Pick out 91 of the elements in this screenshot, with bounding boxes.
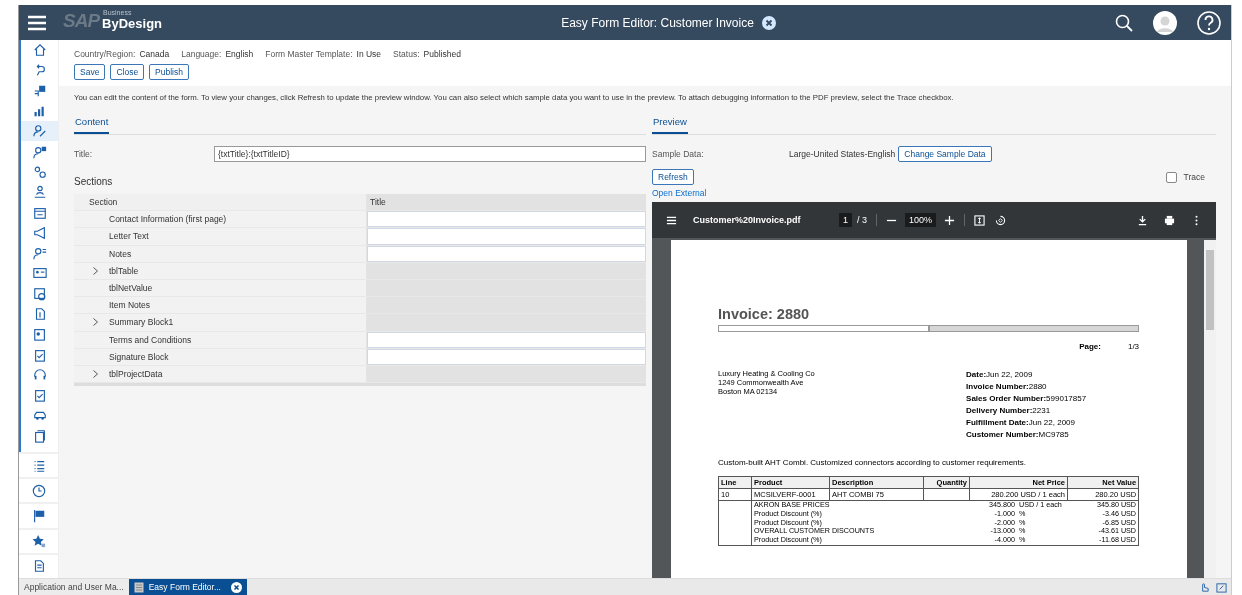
- field-label: Language:: [181, 49, 222, 59]
- sample-data-label: Sample Data:: [652, 148, 705, 159]
- megaphone-icon[interactable]: [32, 225, 47, 240]
- column-header: Section: [89, 196, 119, 210]
- close-icon[interactable]: [231, 581, 242, 593]
- window-icon[interactable]: [1216, 581, 1227, 593]
- star-icon[interactable]: [31, 534, 46, 549]
- title-cell[interactable]: [366, 228, 646, 245]
- table-row[interactable]: Item Notes: [74, 297, 646, 315]
- headset-icon[interactable]: [32, 367, 47, 382]
- item-note: Custom-built AHT Combi. Customized connectors according to customer requirements.: [718, 458, 1027, 467]
- clock-icon[interactable]: [31, 483, 46, 498]
- flag-icon[interactable]: [31, 509, 46, 523]
- invoice-detail: Sales Order Number:599017857: [966, 393, 1088, 405]
- invoice-detail: Customer Number:MC9785: [966, 429, 1070, 441]
- avatar-icon[interactable]: [1153, 10, 1177, 35]
- field-value: Published: [423, 49, 461, 59]
- chevron-right-icon[interactable]: [92, 369, 99, 378]
- clipboard-check-icon[interactable]: [32, 388, 47, 403]
- person-list-icon[interactable]: [32, 246, 47, 261]
- section-name: tblTable: [109, 265, 139, 276]
- page-label: Page:: [1079, 342, 1101, 351]
- scrollbar[interactable]: [1204, 240, 1216, 578]
- section-name: Letter Text: [109, 231, 149, 242]
- fit-page-icon[interactable]: [974, 214, 986, 226]
- field-value: Canada: [139, 49, 170, 59]
- menu-icon[interactable]: [666, 214, 677, 226]
- clipboard-check-icon[interactable]: [32, 347, 47, 362]
- table-row[interactable]: Summary Block1: [74, 314, 646, 332]
- page-count: / 3: [857, 215, 868, 225]
- invoice-detail: Fulfillment Date:Jun 22, 2009: [966, 417, 1076, 429]
- section-name: Notes: [109, 248, 132, 259]
- id-card-icon[interactable]: [32, 266, 47, 281]
- title-cell[interactable]: [366, 211, 646, 228]
- table-row[interactable]: Contact Information (first page): [74, 211, 646, 229]
- column-header: Title: [366, 194, 646, 211]
- invoice-detail: Delivery Number:2231: [966, 405, 1052, 417]
- file-name: Customer%20Invoice.pdf: [693, 215, 802, 225]
- change-sample-button[interactable]: Change Sample Data: [898, 145, 992, 162]
- title-label: Title:: [74, 148, 94, 159]
- action-button[interactable]: Publish: [149, 64, 189, 80]
- preview-tab[interactable]: Preview: [652, 114, 688, 134]
- download-icon[interactable]: [1137, 214, 1148, 226]
- trace-checkbox[interactable]: [1165, 171, 1177, 183]
- field-label: Country/Region:: [74, 49, 136, 59]
- product-name: ByDesign: [102, 15, 163, 31]
- sections-heading: Sections: [74, 176, 114, 187]
- home-icon[interactable]: [32, 43, 47, 58]
- title-field[interactable]: {txtTitle}:{txtTitleID}: [214, 145, 646, 162]
- sample-data-value: Large-United States-English: [789, 148, 896, 159]
- section-name: Terms and Conditions: [109, 334, 192, 345]
- print-icon[interactable]: [1164, 214, 1175, 226]
- field-label: Form Master Template:: [265, 49, 353, 59]
- chevron-right-icon[interactable]: [92, 266, 99, 275]
- page-field[interactable]: 1: [839, 213, 852, 227]
- open-external-link[interactable]: Open External: [652, 188, 707, 198]
- action-button[interactable]: Close: [110, 64, 145, 80]
- bar-chart-icon[interactable]: [32, 104, 47, 119]
- plus-icon[interactable]: [944, 214, 956, 226]
- trace-label: Trace: [1183, 172, 1205, 182]
- section-name: tblNetValue: [109, 283, 153, 294]
- page-number: 1/3: [1127, 342, 1140, 351]
- person-pencil-icon[interactable]: [32, 124, 47, 139]
- close-icon[interactable]: [761, 15, 776, 30]
- document-icon: [133, 581, 144, 593]
- action-button[interactable]: Save: [74, 64, 106, 80]
- hand-pointer-icon[interactable]: [1199, 581, 1210, 593]
- taskbar-tab[interactable]: Easy Form Editor...: [128, 579, 247, 595]
- field-value: In Use: [356, 49, 382, 59]
- calendar-icon[interactable]: [32, 205, 47, 220]
- zoom-field[interactable]: 100%: [905, 213, 937, 227]
- menu-icon[interactable]: [27, 14, 47, 31]
- section-name: Summary Block1: [109, 317, 174, 328]
- invoice-title: Invoice: 2880: [718, 306, 811, 322]
- invoice-detail: Invoice Number:2880: [966, 381, 1048, 393]
- field-value: English: [225, 49, 254, 59]
- search-icon[interactable]: [1115, 13, 1133, 32]
- section-name: Contact Information (first page): [109, 214, 227, 225]
- documents-icon[interactable]: [32, 428, 47, 443]
- section-name: Signature Block: [109, 351, 169, 362]
- section-name: tblProjectData: [109, 368, 163, 379]
- help-icon[interactable]: [1197, 10, 1221, 35]
- table-row[interactable]: Letter Text: [74, 228, 646, 246]
- refresh-button[interactable]: Refresh: [652, 169, 694, 185]
- window-title: Easy Form Editor: Customer Invoice: [561, 15, 754, 30]
- chevron-right-icon[interactable]: [92, 318, 99, 327]
- rotate-icon[interactable]: [995, 214, 1007, 226]
- field-label: Status:: [393, 49, 420, 59]
- content-tab[interactable]: Content: [74, 114, 110, 134]
- invoice-detail: Date:Jun 22, 2009: [966, 369, 1034, 381]
- section-name: Item Notes: [109, 300, 151, 311]
